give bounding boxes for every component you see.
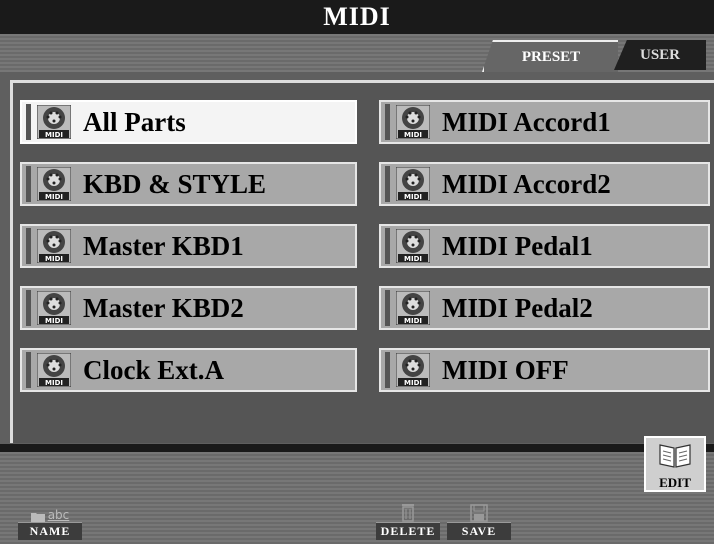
function-bar — [0, 452, 714, 544]
midi-caption: MIDI — [404, 131, 422, 139]
save-button[interactable]: SAVE — [447, 500, 511, 540]
item-label: MIDI Pedal1 — [442, 230, 593, 261]
item-marker — [385, 228, 390, 264]
midi-template-list: MIDI All Parts MIDI KBD & STYLE MIDI Mas… — [10, 80, 714, 443]
open-book-icon — [659, 444, 691, 468]
name-button[interactable]: abc NAME — [18, 500, 82, 540]
midi-icon: MIDI — [37, 229, 71, 263]
delete-button[interactable]: DELETE — [376, 500, 440, 540]
midi-caption: MIDI — [45, 131, 63, 139]
edit-label: EDIT — [659, 475, 691, 490]
item-label: Clock Ext.A — [83, 354, 224, 385]
item-marker — [26, 166, 31, 202]
item-marker — [26, 290, 31, 326]
item-label: All Parts — [83, 106, 186, 137]
midi-screen: MIDI PRESET USER MIDI All Parts MIDI KBD… — [0, 0, 714, 544]
midi-icon: MIDI — [37, 105, 71, 139]
save-label: SAVE — [447, 522, 511, 540]
item-label: MIDI Accord1 — [442, 106, 611, 137]
midi-icon: MIDI — [37, 353, 71, 387]
name-icon-text: abc — [47, 508, 70, 522]
item-marker — [26, 228, 31, 264]
midi-icon: MIDI — [396, 105, 430, 139]
item-label: MIDI OFF — [442, 354, 569, 385]
folder-icon — [30, 513, 45, 522]
midi-caption: MIDI — [404, 379, 422, 387]
midi-item-midi-accord1[interactable]: MIDI MIDI Accord1 — [379, 100, 710, 144]
midi-caption: MIDI — [45, 317, 63, 325]
midi-caption: MIDI — [404, 317, 422, 325]
midi-icon: MIDI — [396, 229, 430, 263]
item-marker — [385, 104, 390, 140]
item-label: Master KBD2 — [83, 292, 244, 323]
name-label: NAME — [18, 522, 82, 540]
page-title: MIDI — [0, 0, 714, 34]
midi-item-all-parts[interactable]: MIDI All Parts — [20, 100, 357, 144]
midi-item-midi-off[interactable]: MIDI MIDI OFF — [379, 348, 710, 392]
midi-caption: MIDI — [404, 255, 422, 263]
item-label: Master KBD1 — [83, 230, 244, 261]
midi-item-midi-pedal2[interactable]: MIDI MIDI Pedal2 — [379, 286, 710, 330]
midi-item-master-kbd1[interactable]: MIDI Master KBD1 — [20, 224, 357, 268]
midi-icon: MIDI — [396, 291, 430, 325]
item-marker — [26, 352, 31, 388]
item-label: MIDI Pedal2 — [442, 292, 593, 323]
tab-user[interactable]: USER — [614, 40, 706, 70]
folder-abc-icon: abc — [18, 500, 82, 522]
divider — [0, 444, 714, 452]
item-label: KBD & STYLE — [83, 168, 267, 199]
midi-caption: MIDI — [45, 379, 63, 387]
midi-item-master-kbd2[interactable]: MIDI Master KBD2 — [20, 286, 357, 330]
midi-caption: MIDI — [404, 193, 422, 201]
midi-item-kbd-style[interactable]: MIDI KBD & STYLE — [20, 162, 357, 206]
midi-caption: MIDI — [45, 255, 63, 263]
item-marker — [26, 104, 31, 140]
midi-icon: MIDI — [396, 167, 430, 201]
item-marker — [385, 290, 390, 326]
edit-button[interactable]: EDIT — [644, 436, 706, 492]
midi-caption: MIDI — [45, 193, 63, 201]
midi-icon: MIDI — [37, 291, 71, 325]
item-label: MIDI Accord2 — [442, 168, 611, 199]
item-marker — [385, 166, 390, 202]
trash-icon — [402, 504, 414, 522]
midi-icon: MIDI — [37, 167, 71, 201]
floppy-disk-icon — [470, 504, 488, 522]
delete-label: DELETE — [376, 522, 440, 540]
item-marker — [385, 352, 390, 388]
tab-row: PRESET USER — [0, 34, 714, 72]
midi-item-midi-accord2[interactable]: MIDI MIDI Accord2 — [379, 162, 710, 206]
tab-preset[interactable]: PRESET — [482, 40, 618, 72]
midi-icon: MIDI — [396, 353, 430, 387]
midi-item-midi-pedal1[interactable]: MIDI MIDI Pedal1 — [379, 224, 710, 268]
midi-item-clock-ext-a[interactable]: MIDI Clock Ext.A — [20, 348, 357, 392]
